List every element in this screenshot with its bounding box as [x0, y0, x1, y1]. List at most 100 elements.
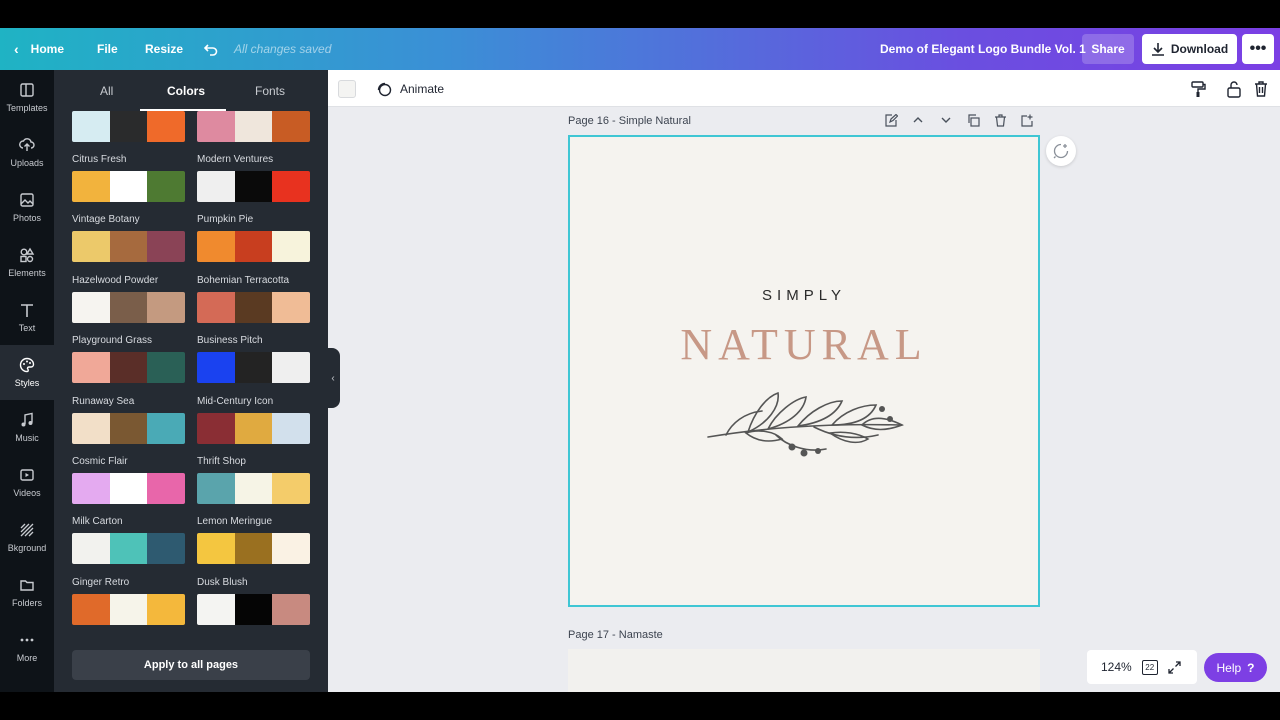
palette-swatches[interactable] — [197, 412, 310, 444]
palette-swatches[interactable] — [72, 412, 185, 444]
color-swatch — [272, 412, 310, 444]
undo-icon — [203, 44, 218, 56]
nav-item-bkground[interactable]: Bkground — [0, 510, 54, 565]
color-swatch — [147, 473, 185, 504]
palette-swatches[interactable] — [197, 352, 310, 384]
color-swatch — [72, 231, 110, 263]
color-swatch — [109, 231, 148, 263]
color-swatch — [147, 412, 185, 444]
palette-name: Modern Ventures — [197, 154, 274, 165]
resize-button[interactable]: Resize — [145, 28, 183, 70]
palette-swatches[interactable] — [72, 111, 185, 142]
palette-swatches[interactable] — [72, 171, 185, 202]
download-icon — [1151, 43, 1164, 56]
color-swatch — [234, 473, 273, 504]
lock-icon — [1227, 81, 1241, 98]
palette-name: Playground Grass — [72, 335, 153, 347]
color-swatch — [109, 111, 148, 142]
palette-swatches[interactable] — [72, 533, 185, 565]
delete-button[interactable] — [1253, 80, 1269, 98]
text-icon — [21, 304, 33, 317]
palette-swatches[interactable] — [197, 291, 310, 323]
home-button[interactable]: ‹ Home — [14, 28, 64, 70]
video-icon — [20, 469, 34, 481]
trash-icon — [1255, 81, 1267, 97]
palette-swatches[interactable] — [72, 593, 185, 625]
color-swatch — [109, 352, 148, 384]
palette-swatches[interactable] — [72, 352, 185, 384]
delete-page-button[interactable] — [992, 112, 1008, 128]
zoom-level[interactable]: 124% — [1101, 660, 1132, 674]
collapse-panel-button[interactable]: ‹ — [326, 348, 340, 408]
palette-swatches[interactable] — [197, 171, 310, 202]
nav-label: Styles — [14, 378, 40, 388]
nav-item-music[interactable]: Music — [0, 400, 54, 455]
nav-item-elements[interactable]: Elements — [0, 235, 54, 290]
nav-item-photos[interactable]: Photos — [0, 180, 54, 235]
color-swatch — [272, 231, 310, 263]
fullscreen-icon[interactable] — [1168, 660, 1181, 674]
palette-swatches[interactable] — [72, 473, 185, 504]
palette-swatches[interactable] — [72, 231, 185, 263]
palette-swatches[interactable] — [72, 291, 185, 323]
nav-label: Folders — [11, 598, 42, 608]
comment-add-icon — [1053, 143, 1069, 159]
color-swatch — [234, 593, 273, 625]
page-count-button[interactable]: 22 — [1141, 659, 1158, 675]
page-notes-button[interactable] — [883, 112, 899, 128]
leaf-branch-illustration[interactable] — [706, 383, 906, 459]
palette-name: Runaway Sea — [72, 395, 135, 407]
folder-icon — [20, 580, 34, 591]
design-page-16[interactable]: SIMPLY NATURAL — [568, 135, 1040, 607]
palette-name: Ginger Retro — [72, 576, 130, 588]
animate-button[interactable]: Animate — [376, 70, 444, 107]
duplicate-page-button[interactable] — [965, 112, 981, 128]
copy-style-button[interactable] — [1190, 80, 1206, 98]
tab-colors[interactable]: Colors — [167, 84, 205, 98]
color-swatch — [234, 352, 273, 384]
logo-text-simply[interactable]: SIMPLY — [570, 287, 1038, 304]
nav-item-styles[interactable]: Styles — [0, 345, 54, 400]
palette-swatches[interactable] — [197, 593, 310, 625]
palette-name: Thrift Shop — [197, 456, 246, 467]
apply-to-all-pages-button[interactable]: Apply to all pages — [72, 650, 310, 680]
palette-name: Cosmic Flair — [72, 456, 128, 467]
palette-swatches[interactable] — [197, 533, 310, 565]
color-swatch — [109, 171, 148, 202]
color-swatch — [234, 291, 273, 323]
tab-fonts[interactable]: Fonts — [255, 84, 285, 98]
color-swatch — [197, 412, 235, 444]
tab-all[interactable]: All — [100, 84, 113, 98]
palette-swatches[interactable] — [197, 231, 310, 263]
nav-item-more[interactable]: More — [0, 620, 54, 675]
color-swatch — [197, 291, 235, 323]
palette-swatches[interactable] — [197, 473, 310, 504]
nav-item-videos[interactable]: Videos — [0, 455, 54, 510]
nav-item-uploads[interactable]: Uploads — [0, 125, 54, 180]
nav-item-templates[interactable]: Templates — [0, 70, 54, 125]
more-options-button[interactable]: ••• — [1242, 34, 1274, 64]
document-title[interactable]: Demo of Elegant Logo Bundle Vol. 1 — [880, 28, 1086, 70]
share-button[interactable]: Share — [1082, 34, 1134, 64]
file-menu[interactable]: File — [97, 28, 118, 70]
design-page-17[interactable] — [568, 649, 1040, 692]
add-page-button[interactable] — [1019, 112, 1035, 128]
nav-item-text[interactable]: Text — [0, 290, 54, 345]
move-page-up-button[interactable] — [910, 112, 926, 128]
color-swatch — [197, 111, 235, 142]
nav-item-folders[interactable]: Folders — [0, 565, 54, 620]
download-label: Download — [1170, 42, 1229, 56]
background-color-swatch[interactable] — [338, 80, 356, 98]
question-mark-icon: ? — [1247, 660, 1255, 675]
comment-button[interactable] — [1046, 136, 1076, 166]
download-button[interactable]: Download — [1142, 34, 1237, 64]
help-button[interactable]: Help ? — [1204, 653, 1267, 682]
lock-button[interactable] — [1226, 80, 1242, 98]
color-swatch — [272, 171, 310, 202]
palette-swatches[interactable] — [197, 111, 310, 142]
logo-text-natural[interactable]: NATURAL — [570, 319, 1038, 370]
undo-button[interactable] — [203, 28, 219, 70]
move-page-down-button[interactable] — [938, 112, 954, 128]
color-swatch — [72, 593, 110, 625]
palette-name: Vintage Botany — [72, 214, 140, 226]
